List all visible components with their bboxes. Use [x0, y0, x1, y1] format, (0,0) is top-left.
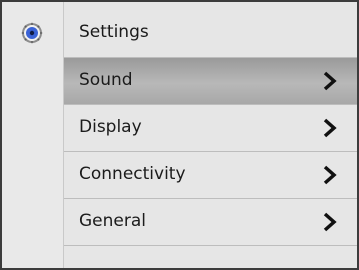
menu-item-label: Display [79, 117, 142, 137]
chevron-right-icon [323, 212, 337, 232]
gear-icon [21, 22, 43, 44]
chevron-right-icon [323, 71, 337, 91]
settings-menu: Settings Sound Display Connectivity Gene… [64, 2, 357, 268]
menu-item-label: Connectivity [79, 164, 186, 184]
divider [64, 245, 357, 246]
icon-column [2, 2, 64, 268]
menu-header: Settings [64, 2, 357, 57]
chevron-right-icon [323, 165, 337, 185]
menu-item-connectivity[interactable]: Connectivity [64, 151, 357, 198]
menu-item-sound[interactable]: Sound [64, 57, 357, 104]
page-title: Settings [79, 22, 149, 42]
menu-item-general[interactable]: General [64, 198, 357, 245]
settings-screen: Settings Sound Display Connectivity Gene… [0, 0, 359, 270]
chevron-right-icon [323, 118, 337, 138]
menu-item-display[interactable]: Display [64, 104, 357, 151]
menu-item-label: Sound [79, 70, 133, 90]
menu-item-label: General [79, 211, 146, 231]
